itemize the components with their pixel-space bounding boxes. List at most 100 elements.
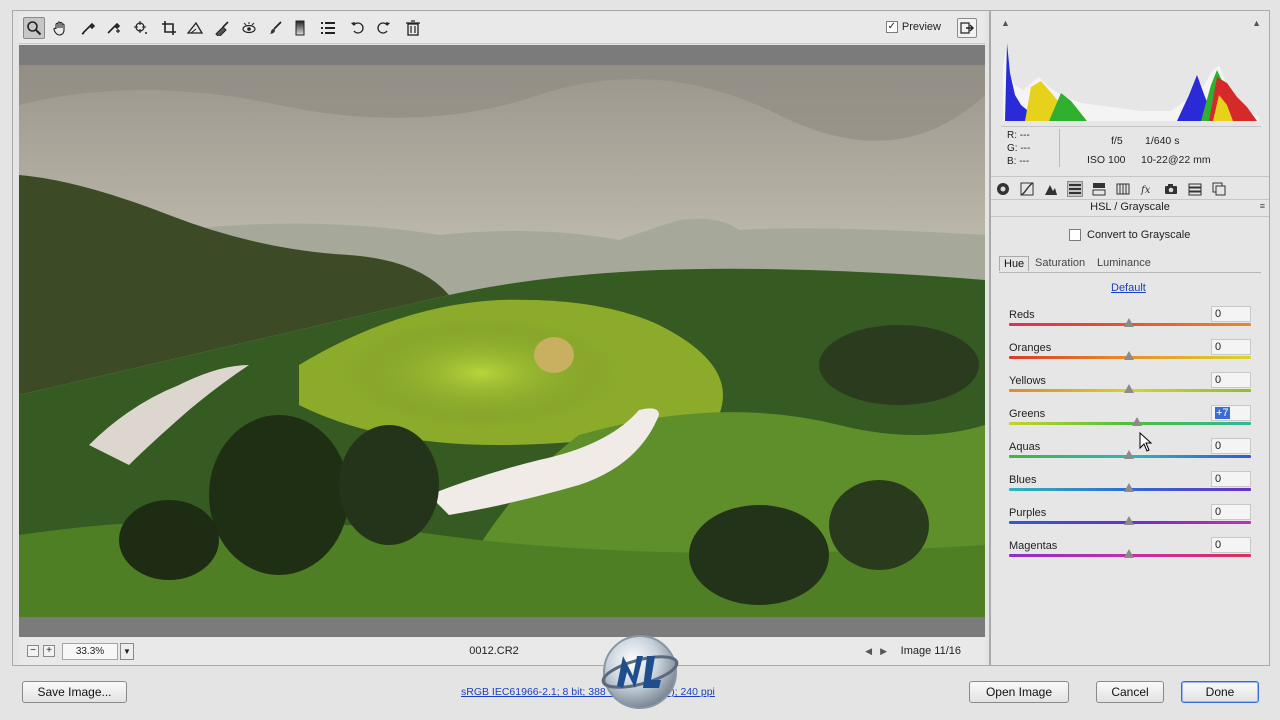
slider-value[interactable]: 0 <box>1211 471 1251 487</box>
slider-thumb[interactable] <box>1124 351 1134 360</box>
default-link[interactable]: Default <box>1111 282 1146 294</box>
slider-thumb[interactable] <box>1124 483 1134 492</box>
previous-image-icon[interactable]: ◀ <box>865 646 872 657</box>
rotate-ccw-icon[interactable] <box>347 17 369 39</box>
trash-icon[interactable] <box>402 17 424 39</box>
zoom-level-field[interactable]: 33.3% <box>62 643 118 660</box>
lens-corrections-tab-icon[interactable] <box>1115 181 1131 197</box>
color-sampler-icon[interactable] <box>102 17 124 39</box>
done-button[interactable]: Done <box>1181 681 1259 703</box>
slider-magentas: Magentas 0 <box>1009 537 1253 570</box>
tab-luminance[interactable]: Luminance <box>1093 256 1155 271</box>
slider-value[interactable]: 0 <box>1211 438 1251 454</box>
red-eye-icon[interactable] <box>238 17 260 39</box>
graduated-filter-icon[interactable] <box>289 17 311 39</box>
slider-yellows: Yellows 0 <box>1009 372 1253 405</box>
hsl-tab-icon[interactable] <box>1067 181 1083 197</box>
slider-label: Blues <box>1009 474 1037 486</box>
preferences-list-icon[interactable] <box>317 17 339 39</box>
slider-thumb[interactable] <box>1124 384 1134 393</box>
slider-thumb[interactable] <box>1124 549 1134 558</box>
convert-grayscale-checkbox[interactable] <box>1069 229 1081 241</box>
zoom-dropdown[interactable]: ▼ <box>120 643 134 660</box>
tone-curve-tab-icon[interactable] <box>1019 181 1035 197</box>
panel-title: HSL / Grayscale ≡ <box>991 201 1269 217</box>
next-image-icon[interactable]: ▶ <box>880 646 887 657</box>
cancel-button[interactable]: Cancel <box>1096 681 1164 703</box>
zoom-out-button[interactable]: − <box>27 645 39 657</box>
slider-value[interactable]: 0 <box>1211 537 1251 553</box>
landscape-photo <box>19 65 985 617</box>
fullscreen-button[interactable] <box>957 18 977 38</box>
filename-label: 0012.CR2 <box>469 645 519 657</box>
camera-calibration-tab-icon[interactable] <box>1163 181 1179 197</box>
convert-grayscale-label: Convert to Grayscale <box>1087 229 1191 241</box>
split-toning-tab-icon[interactable] <box>1091 181 1107 197</box>
slider-value[interactable]: 0 <box>1211 504 1251 520</box>
preview-checkbox[interactable]: ✓ <box>885 21 898 33</box>
lens-info: 10-22@22 mm <box>1141 154 1211 166</box>
slider-label: Oranges <box>1009 342 1052 354</box>
iso: ISO 100 <box>1087 154 1126 166</box>
g-value: G: --- <box>1007 143 1031 154</box>
slider-blues: Blues 0 <box>1009 471 1253 504</box>
slider-label: Greens <box>1009 408 1046 420</box>
snapshots-tab-icon[interactable] <box>1211 181 1227 197</box>
convert-grayscale-row[interactable]: Convert to Grayscale <box>1069 229 1190 241</box>
panel-menu-icon[interactable]: ≡ <box>1260 201 1265 211</box>
fullscreen-icon <box>960 22 974 34</box>
slider-reds: Reds 0 <box>1009 306 1253 339</box>
detail-tab-icon[interactable] <box>1043 181 1059 197</box>
tab-hue[interactable]: Hue <box>999 256 1030 271</box>
slider-thumb[interactable] <box>1124 318 1134 327</box>
slider-label: Magentas <box>1009 540 1058 552</box>
slider-value[interactable]: +7 <box>1211 405 1251 421</box>
image-count: Image 11/16 <box>900 645 961 657</box>
slider-label: Reds <box>1009 309 1035 321</box>
spot-removal-icon[interactable] <box>211 17 233 39</box>
mouse-cursor-icon <box>1139 432 1153 452</box>
open-image-button[interactable]: Open Image <box>969 681 1069 703</box>
preview-label: Preview <box>901 21 941 33</box>
target-adjustment-icon[interactable] <box>130 17 152 39</box>
slider-thumb[interactable] <box>1124 516 1134 525</box>
slider-purples: Purples 0 <box>1009 504 1253 537</box>
slider-thumb[interactable] <box>1124 450 1134 459</box>
hand-tool-icon[interactable] <box>49 17 71 39</box>
effects-fx-tab-icon[interactable]: fx <box>1139 181 1155 197</box>
aperture: f/5 <box>1111 135 1123 147</box>
panel-tabs: fx <box>991 176 1269 200</box>
slider-thumb[interactable] <box>1132 417 1142 426</box>
image-preview[interactable] <box>19 65 985 617</box>
rotate-cw-icon[interactable] <box>372 17 394 39</box>
white-balance-eyedropper-icon[interactable] <box>77 17 99 39</box>
tab-saturation[interactable]: Saturation <box>1031 256 1089 271</box>
subtab-divider <box>999 272 1261 273</box>
slider-value[interactable]: 0 <box>1211 339 1251 355</box>
zoom-in-button[interactable]: + <box>43 645 55 657</box>
slider-greens: Greens +7 <box>1009 405 1253 438</box>
exif-info: f/5 1/640 s ISO 100 10-22@22 mm <box>1087 132 1211 170</box>
zoom-tool-icon[interactable] <box>23 17 45 39</box>
shadow-clip-icon[interactable]: ▲ <box>1001 18 1010 28</box>
highlight-clip-icon[interactable]: ▲ <box>1252 18 1261 28</box>
slider-value[interactable]: 0 <box>1211 372 1251 388</box>
basic-tab-icon[interactable] <box>995 181 1011 197</box>
presets-tab-icon[interactable] <box>1187 181 1203 197</box>
adjustment-brush-icon[interactable] <box>264 17 286 39</box>
slider-label: Yellows <box>1009 375 1046 387</box>
adjustment-panel: ▲ ▲ R: --- G: --- B: --- f/5 1/640 s ISO … <box>990 10 1270 666</box>
save-image-button[interactable]: Save Image... <box>22 681 127 703</box>
r-value: R: --- <box>1007 130 1030 141</box>
watermark-logo <box>601 630 679 712</box>
status-bar: − + 33.3% ▼ 0012.CR2 ◀ ▶ Image 11/16 <box>19 637 985 665</box>
crop-icon[interactable] <box>158 17 180 39</box>
slider-track[interactable] <box>1009 422 1251 425</box>
slider-value[interactable]: 0 <box>1211 306 1251 322</box>
preview-toggle[interactable]: ✓ Preview <box>885 21 941 33</box>
straighten-icon[interactable] <box>184 17 206 39</box>
info-divider <box>1059 129 1060 167</box>
slider-aquas: Aquas 0 <box>1009 438 1253 471</box>
slider-oranges: Oranges 0 <box>1009 339 1253 372</box>
b-value: B: --- <box>1007 156 1030 167</box>
